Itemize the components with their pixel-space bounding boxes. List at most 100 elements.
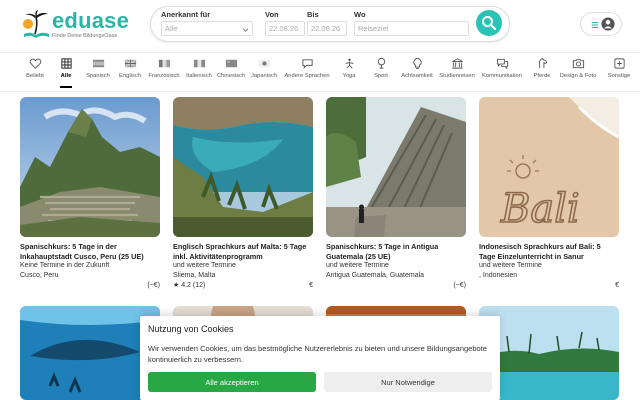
island-photo xyxy=(479,306,619,400)
category-label: Andere Sprachen xyxy=(284,73,330,79)
from-field: Von 22.08.26 xyxy=(265,10,305,36)
course-card[interactable]: Spanischkurs: 5 Tage in der Inkahauptsta… xyxy=(20,97,160,292)
course-price: (~€) xyxy=(147,282,160,289)
from-label: Von xyxy=(265,10,279,19)
category-label: Achtsamkeit xyxy=(401,73,433,79)
category-label: Französisch xyxy=(148,73,180,79)
course-image-malta[interactable] xyxy=(173,97,313,237)
course-card[interactable] xyxy=(479,306,619,400)
category-japanisch[interactable]: Japanisch xyxy=(250,57,278,91)
flag-spain-icon xyxy=(92,59,104,68)
course-location: Sliema, Malta xyxy=(173,272,216,279)
coast-photo xyxy=(173,97,313,237)
course-image-underwater[interactable] xyxy=(20,306,160,400)
category-franzoesisch[interactable]: Französisch xyxy=(147,57,181,91)
from-date-input[interactable]: 22.08.26 xyxy=(265,21,305,36)
course-image-bali[interactable]: Bali xyxy=(479,97,619,237)
category-studienreisen[interactable]: Studienreisen xyxy=(438,57,476,91)
heart-icon xyxy=(29,58,41,69)
course-price: € xyxy=(309,282,313,289)
logo-wordmark: eduase xyxy=(52,8,130,33)
building-icon xyxy=(451,58,463,69)
category-yoga[interactable]: Yoga xyxy=(338,57,360,91)
cookie-consent-dialog: Nutzung von Cookies Wir verwenden Cookie… xyxy=(140,316,500,400)
course-title[interactable]: Spanischkurs: 5 Tage in der Inkahauptsta… xyxy=(20,242,160,261)
category-bar: Beliebt Alle Spanisch Englisch Französis… xyxy=(0,52,640,92)
category-label: Japanisch xyxy=(250,73,278,79)
destination-input[interactable]: Reiseziel xyxy=(354,21,469,36)
category-label: Sport xyxy=(374,73,388,79)
cookie-text: Wir verwenden Cookies, um das bestmöglic… xyxy=(148,344,487,364)
course-dates: und weitere Termine xyxy=(173,262,236,269)
accredited-value: Alle xyxy=(165,24,178,33)
palm-book-icon xyxy=(23,10,49,38)
course-title[interactable]: Indonesisch Sprachkurs auf Bali: 5 Tage … xyxy=(479,242,619,261)
course-rating: ★ 4.2 (12) xyxy=(173,282,206,289)
category-pferde[interactable]: Pferde xyxy=(530,57,554,91)
course-meta: (~€) xyxy=(326,281,466,292)
where-label: Wo xyxy=(354,10,366,19)
course-location: , Indonesien xyxy=(479,272,518,279)
accredited-label: Anerkannt für xyxy=(161,10,211,19)
sand-writing: Bali xyxy=(500,186,580,232)
speech-bubble-icon xyxy=(301,59,313,69)
accredited-select[interactable]: Alle xyxy=(161,21,253,36)
course-card[interactable] xyxy=(20,306,160,400)
horse-icon xyxy=(538,57,547,69)
category-label: Alle xyxy=(60,73,72,79)
category-chinesisch[interactable]: Chinesisch xyxy=(216,57,246,91)
category-italienisch[interactable]: Italienisch xyxy=(184,57,214,91)
category-kommunikation[interactable]: Kommunikation xyxy=(480,57,524,91)
to-date-input[interactable]: 22.08.26 xyxy=(307,21,347,36)
course-title[interactable]: Spanischkurs: 5 Tage in Antigua Guatemal… xyxy=(326,242,466,261)
necessary-cookies-only-button[interactable]: Nur Notwendige xyxy=(324,372,492,392)
flag-france-icon xyxy=(158,59,170,68)
accredited-field: Anerkannt für Alle xyxy=(161,10,253,36)
course-card[interactable]: Englisch Sprachkurs auf Malta: 5 Tage in… xyxy=(173,97,313,292)
category-englisch[interactable]: Englisch xyxy=(116,57,144,91)
category-sport[interactable]: Sport xyxy=(370,57,392,91)
course-meta: (~€) xyxy=(20,281,160,292)
active-category-indicator xyxy=(60,86,72,88)
category-label: Italienisch xyxy=(186,73,212,79)
course-image-island[interactable] xyxy=(479,306,619,400)
flag-china-icon xyxy=(225,59,237,68)
category-sonstige[interactable]: Sonstige xyxy=(604,57,634,91)
yoga-icon xyxy=(345,58,353,69)
course-card[interactable]: Spanischkurs: 5 Tage in Antigua Guatemal… xyxy=(326,97,466,292)
course-location: Cusco, Peru xyxy=(20,272,59,279)
course-image-cusco[interactable] xyxy=(20,97,160,237)
category-design-foto[interactable]: Design & Foto xyxy=(558,57,598,91)
to-field: Bis 22.08.26 xyxy=(307,10,347,36)
search-bar: Anerkannt für Alle Von 22.08.26 Bis 22.0… xyxy=(150,6,510,42)
category-andere-sprachen[interactable]: Andere Sprachen xyxy=(282,57,332,91)
category-achtsamkeit[interactable]: Achtsamkeit xyxy=(398,57,436,91)
category-spanisch[interactable]: Spanisch xyxy=(84,57,112,91)
category-label: Beliebt xyxy=(26,73,44,79)
pyramid-photo xyxy=(326,97,466,237)
logo[interactable]: eduase Finde Deine BildungsOase xyxy=(22,8,132,42)
course-location: Antigua Guatemala, Guatemala xyxy=(326,272,425,279)
course-image-antigua[interactable] xyxy=(326,97,466,237)
mountain-photo xyxy=(20,97,160,237)
course-meta: ★ 4.2 (12) € xyxy=(173,281,313,292)
user-menu-button[interactable] xyxy=(580,12,622,36)
underwater-photo xyxy=(20,306,160,400)
course-card[interactable]: Bali Indonesisch Sprachkurs auf Bali: 5 … xyxy=(479,97,619,292)
category-label: Design & Foto xyxy=(559,73,597,79)
more-icon xyxy=(613,58,625,69)
beach-sand-photo: Bali xyxy=(479,97,619,237)
accept-all-cookies-button[interactable]: Alle akzeptieren xyxy=(148,372,316,392)
cookie-title: Nutzung von Cookies xyxy=(148,324,234,334)
course-meta: € xyxy=(479,281,619,292)
category-beliebt[interactable]: Beliebt xyxy=(20,57,50,91)
flag-japan-icon xyxy=(258,59,270,68)
grid-icon xyxy=(60,58,72,69)
search-button[interactable] xyxy=(476,10,502,36)
course-dates: und weitere Termine xyxy=(326,262,389,269)
course-title[interactable]: Englisch Sprachkurs auf Malta: 5 Tage in… xyxy=(173,242,313,261)
flag-italy-icon xyxy=(193,59,205,68)
category-label: Kommunikation xyxy=(482,73,522,79)
chat-icon xyxy=(496,58,508,70)
to-label: Bis xyxy=(307,10,319,19)
